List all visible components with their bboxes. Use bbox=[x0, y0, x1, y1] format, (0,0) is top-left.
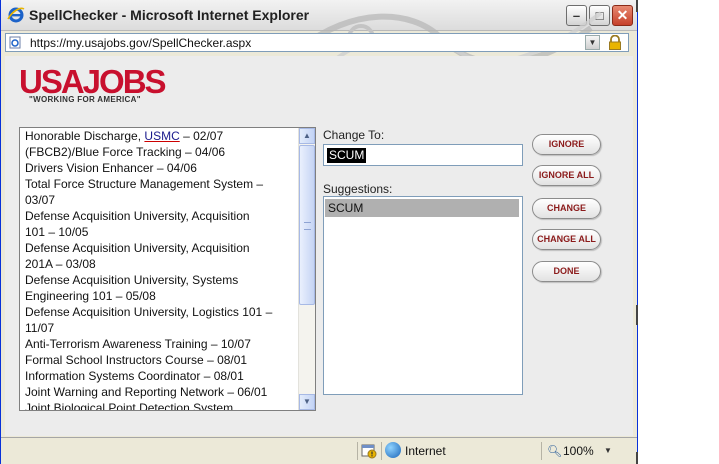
text-segment: 11/07 bbox=[25, 321, 55, 335]
text-line: Total Force Structure Management System … bbox=[25, 176, 297, 192]
status-divider bbox=[541, 442, 542, 460]
window-edge bbox=[636, 305, 638, 325]
ignore-all-button[interactable]: IGNORE ALL bbox=[532, 165, 601, 186]
chevron-down-icon: ▼ bbox=[303, 397, 311, 406]
grip-icon bbox=[304, 222, 311, 230]
scrollbar-thumb[interactable] bbox=[299, 145, 315, 305]
chevron-down-icon: ▼ bbox=[588, 38, 597, 47]
text-segment: Defense Acquisition University, Acquisit… bbox=[25, 209, 250, 223]
zoom-icon[interactable]: 🔍︎ bbox=[547, 444, 562, 458]
text-line: Defense Acquisition University, Logistic… bbox=[25, 304, 297, 320]
logo-tagline: "WORKING FOR AMERICA" bbox=[29, 95, 141, 104]
change-to-value[interactable]: SCUM bbox=[327, 148, 367, 163]
popup-blocked-icon[interactable] bbox=[361, 443, 377, 459]
change-to-label: Change To: bbox=[323, 128, 385, 142]
text-segment: Honorable Discharge, bbox=[25, 129, 145, 143]
text-segment: Defense Acquisition University, Logistic… bbox=[25, 305, 273, 319]
text-segment: Defense Acquisition University, Systems bbox=[25, 273, 239, 287]
text-line: Engineering 101 – 05/08 bbox=[25, 288, 297, 304]
suggestions-label: Suggestions: bbox=[323, 182, 393, 196]
text-segment: Defense Acquisition University, Acquisit… bbox=[25, 241, 250, 255]
text-segment: Joint Warning and Reporting Network – 06… bbox=[25, 385, 268, 399]
address-bar[interactable]: https://my.usajobs.gov/SpellChecker.aspx… bbox=[5, 33, 629, 52]
text-segment: Drivers Vision Enhancer – 04/06 bbox=[25, 161, 197, 175]
zoom-dropdown-icon[interactable]: ▼ bbox=[604, 446, 612, 455]
change-to-input[interactable]: SCUM bbox=[323, 144, 523, 166]
status-divider bbox=[357, 442, 358, 460]
text-line: 03/07 bbox=[25, 192, 297, 208]
logo-wordmark: USAJOBS bbox=[19, 63, 167, 100]
ie-icon bbox=[7, 7, 25, 23]
text-segment: Anti-Terrorism Awareness Training – 10/0… bbox=[25, 337, 251, 351]
text-segment: – 02/07 bbox=[179, 129, 224, 143]
close-button[interactable]: ✕ bbox=[612, 5, 633, 26]
text-segment: Information Systems Coordinator – 08/01 bbox=[25, 369, 244, 383]
text-line: 201A – 03/08 bbox=[25, 256, 297, 272]
text-segment: Total Force Structure Management System … bbox=[25, 177, 264, 191]
document-text-area[interactable]: Honorable Discharge, USMC – 02/07 (FBCB2)… bbox=[19, 127, 316, 411]
zoom-level[interactable]: 100% bbox=[563, 444, 594, 458]
globe-icon bbox=[385, 442, 401, 458]
change-all-button[interactable]: CHANGE ALL bbox=[532, 229, 601, 250]
scroll-up-button[interactable]: ▲ bbox=[299, 128, 315, 144]
security-zone: Internet bbox=[405, 444, 446, 458]
document-text: Honorable Discharge, USMC – 02/07 (FBCB2)… bbox=[25, 128, 297, 411]
done-button[interactable]: DONE bbox=[532, 261, 601, 282]
window-edge bbox=[636, 452, 638, 464]
address-dropdown-button[interactable]: ▼ bbox=[585, 35, 600, 50]
chevron-up-icon: ▲ bbox=[303, 131, 311, 140]
vertical-scrollbar[interactable]: ▲ ▼ bbox=[298, 128, 315, 410]
text-line: Defense Acquisition University, Systems bbox=[25, 272, 297, 288]
text-line: Information Systems Coordinator – 08/01 bbox=[25, 368, 297, 384]
lock-icon[interactable] bbox=[607, 35, 623, 50]
window-title: SpellChecker - Microsoft Internet Explor… bbox=[29, 7, 310, 23]
text-line: Joint Biological Point Detection System bbox=[25, 400, 297, 411]
text-segment: Engineering 101 – 05/08 bbox=[25, 289, 156, 303]
text-line: 101 – 10/05 bbox=[25, 224, 297, 240]
text-line: Anti-Terrorism Awareness Training – 10/0… bbox=[25, 336, 297, 352]
scroll-down-button[interactable]: ▼ bbox=[299, 394, 315, 410]
change-button[interactable]: CHANGE bbox=[532, 198, 601, 219]
text-line: (FBCB2)/Blue Force Tracking – 04/06 bbox=[25, 144, 297, 160]
text-line: Defense Acquisition University, Acquisit… bbox=[25, 208, 297, 224]
text-line: Honorable Discharge, USMC – 02/07 bbox=[25, 128, 297, 144]
close-icon: ✕ bbox=[616, 7, 629, 23]
text-line: Drivers Vision Enhancer – 04/06 bbox=[25, 160, 297, 176]
suggestions-list[interactable]: SCUM bbox=[323, 196, 523, 395]
suggestion-item[interactable]: SCUM bbox=[325, 199, 519, 217]
text-line: 11/07 bbox=[25, 320, 297, 336]
url-text[interactable]: https://my.usajobs.gov/SpellChecker.aspx bbox=[30, 36, 251, 50]
window-edge bbox=[636, 0, 638, 12]
text-segment: Formal School Instructors Course – 08/01 bbox=[25, 353, 248, 367]
text-segment: 201A – 03/08 bbox=[25, 257, 96, 271]
text-segment: 03/07 bbox=[25, 193, 56, 207]
ignore-button[interactable]: IGNORE bbox=[532, 134, 601, 155]
text-segment: 101 – 10/05 bbox=[25, 225, 89, 239]
text-segment: Joint Biological Point Detection System bbox=[25, 401, 234, 411]
page-content: USAJOBS "WORKING FOR AMERICA" Honorable … bbox=[5, 56, 633, 436]
misspelled-word[interactable]: USMC bbox=[144, 129, 179, 143]
page-icon bbox=[9, 36, 21, 49]
text-segment: (FBCB2)/Blue Force Tracking – 04/06 bbox=[25, 145, 226, 159]
browser-window: SpellChecker - Microsoft Internet Explor… bbox=[0, 0, 638, 464]
text-line: Joint Warning and Reporting Network – 06… bbox=[25, 384, 297, 400]
status-divider bbox=[381, 442, 382, 460]
text-line: Formal School Instructors Course – 08/01 bbox=[25, 352, 297, 368]
usajobs-logo: USAJOBS "WORKING FOR AMERICA" bbox=[19, 65, 167, 106]
text-line: Defense Acquisition University, Acquisit… bbox=[25, 240, 297, 256]
status-bar: Internet 🔍︎ 100% ▼ bbox=[1, 437, 637, 464]
